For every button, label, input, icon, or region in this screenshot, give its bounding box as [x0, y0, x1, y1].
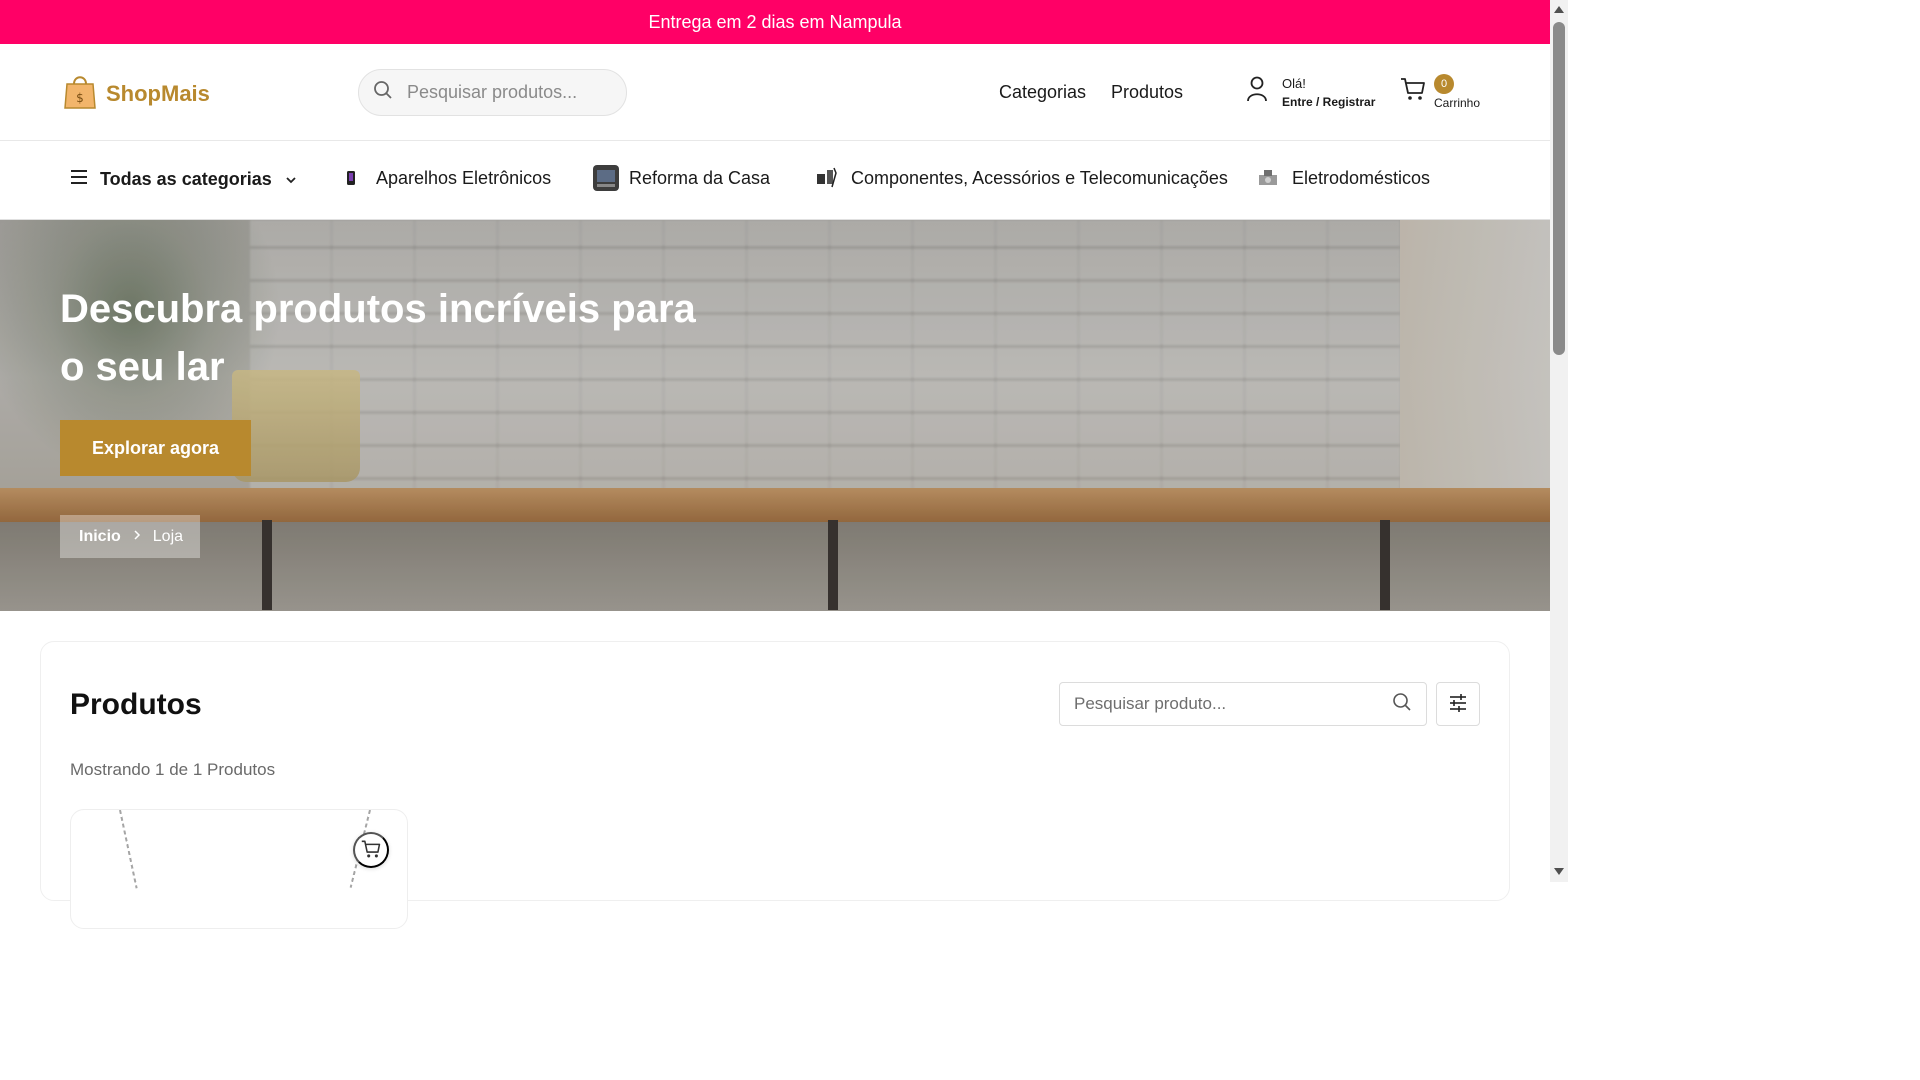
breadcrumb-current: Loja: [152, 527, 184, 545]
product-search[interactable]: [1059, 682, 1427, 726]
search-icon: [373, 80, 393, 105]
phone-icon: [340, 165, 366, 191]
sliders-icon: [1448, 693, 1468, 716]
category-bar: Todas as categorias Aparelhos Eletrônico…: [0, 141, 1550, 220]
hero-overlay: [0, 220, 1550, 611]
breadcrumb: Inicio Loja: [60, 515, 200, 558]
cart-icon: [1400, 78, 1426, 106]
all-categories-label: Todas as categorias: [100, 169, 272, 189]
account-login-link[interactable]: Entre / Registrar: [1282, 95, 1375, 109]
hero-banner: Descubra produtos incríveis para o seu l…: [0, 220, 1550, 611]
menu-icon: [70, 169, 88, 190]
accessories-icon: [815, 165, 841, 191]
header-search[interactable]: [358, 69, 627, 116]
account-greeting: Olá!: [1282, 76, 1306, 91]
tool-icon: [593, 165, 619, 191]
account-link[interactable]: Olá! Entre / Registrar: [1246, 76, 1375, 109]
add-to-cart-button[interactable]: [353, 832, 389, 868]
products-title: Produtos: [70, 688, 202, 721]
chevron-down-icon: [284, 169, 298, 190]
cart-count-badge: 0: [1434, 74, 1454, 94]
category-label: Componentes, Acessórios e Telecomunicaçõ…: [851, 167, 1228, 188]
category-componentes-acessorios[interactable]: Componentes, Acessórios e Telecomunicaçõ…: [815, 165, 1228, 191]
products-panel: Produtos Mostrando 1 de 1 Produtos: [40, 641, 1510, 929]
scroll-down-arrow-icon[interactable]: [1554, 868, 1564, 875]
chevron-right-icon: [133, 528, 141, 546]
all-categories-dropdown[interactable]: Todas as categorias: [70, 169, 298, 190]
category-aparelhos-eletronicos[interactable]: Aparelhos Eletrônicos: [340, 165, 551, 191]
category-eletrodomesticos[interactable]: Eletrodomésticos: [1256, 165, 1430, 191]
announcement-text: Entrega em 2 dias em Nampula: [648, 11, 902, 32]
scroll-up-arrow-icon[interactable]: [1554, 6, 1564, 13]
page-scrollbar[interactable]: [1550, 0, 1568, 882]
category-label: Aparelhos Eletrônicos: [376, 167, 552, 188]
svg-text:$: $: [76, 91, 84, 105]
filter-button[interactable]: [1436, 682, 1480, 726]
category-label: Eletrodomésticos: [1292, 167, 1431, 188]
category-reforma-da-casa[interactable]: Reforma da Casa: [593, 165, 770, 191]
cart-icon: [361, 839, 381, 862]
scrollbar-thumb[interactable]: [1553, 22, 1565, 355]
logo[interactable]: $ ShopMais: [62, 72, 210, 115]
category-label: Reforma da Casa: [629, 167, 771, 188]
site-header: $ ShopMais Categorias Produtos Olá! Entr…: [0, 44, 1550, 141]
results-count: Mostrando 1 de 1 Produtos: [70, 760, 276, 779]
product-image: [119, 810, 138, 889]
logo-text: ShopMais: [106, 80, 210, 106]
cart-label: Carrinho: [1434, 96, 1481, 110]
search-icon[interactable]: [1392, 692, 1412, 717]
explore-now-button[interactable]: Explorar agora: [60, 420, 251, 476]
appliance-icon: [1256, 165, 1282, 191]
announcement-bar: Entrega em 2 dias em Nampula: [0, 0, 1550, 44]
nav-produtos[interactable]: Produtos: [1111, 82, 1183, 103]
hero-title: Descubra produtos incríveis para o seu l…: [60, 287, 696, 389]
product-card[interactable]: [70, 809, 408, 929]
product-search-input[interactable]: [1074, 694, 1374, 714]
breadcrumb-home[interactable]: Inicio: [79, 528, 121, 546]
shopping-bag-logo-icon: $: [62, 72, 98, 115]
header-search-input[interactable]: [407, 82, 607, 103]
user-icon: [1246, 76, 1268, 107]
nav-categorias[interactable]: Categorias: [999, 82, 1086, 103]
cart-button[interactable]: 0 Carrinho: [1400, 74, 1480, 110]
